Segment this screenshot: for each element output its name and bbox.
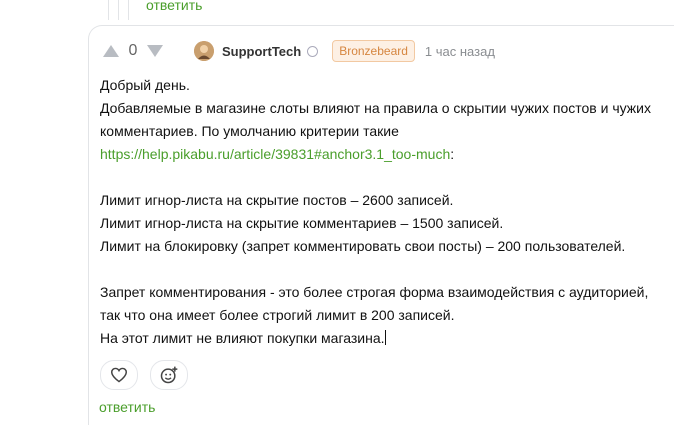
reply-link[interactable]: ответить (99, 399, 155, 415)
react-button[interactable] (150, 360, 188, 390)
author-name[interactable]: SupportTech (222, 44, 301, 59)
timestamp: 1 час назад (424, 43, 495, 59)
comment-header: 0 SupportTech Bronzebeard 1 час назад (100, 38, 495, 64)
comment-body: Добрый день. Добавляемые в магазине слот… (100, 74, 670, 350)
add-emoji-icon (160, 366, 178, 384)
thread-line (118, 0, 119, 20)
rating-count: 0 (128, 42, 138, 59)
thread-line (128, 0, 129, 20)
body-line: Лимит на блокировку (запрет комментирова… (100, 238, 626, 254)
text-cursor (384, 330, 386, 345)
avatar-face-icon (194, 41, 214, 61)
heart-icon (110, 367, 128, 383)
colon-text: : (450, 146, 455, 162)
body-line: Лимит игнор-листа на скрытие комментарие… (100, 215, 504, 231)
body-line: Добавляемые в магазине слоты влияют на п… (100, 100, 651, 139)
body-line: На этот лимит не влияют покупки магазина… (100, 327, 670, 350)
help-link[interactable]: https://help.pikabu.ru/article/39831#anc… (100, 146, 450, 162)
verified-icon (307, 45, 319, 57)
body-line: Лимит игнор-листа на скрытие постов – 26… (100, 192, 454, 208)
upvote-arrow-icon (103, 45, 119, 57)
comment-actions (100, 360, 188, 390)
like-button[interactable] (100, 360, 138, 390)
user-badge[interactable]: Bronzebeard (332, 40, 415, 62)
upvote-button[interactable] (100, 40, 122, 62)
last-line-text: На этот лимит не влияют покупки магазина… (100, 330, 385, 346)
body-line: Запрет комментирования - это более строг… (100, 284, 649, 323)
body-line: https://help.pikabu.ru/article/39831#anc… (100, 143, 670, 166)
downvote-arrow-icon (147, 45, 163, 57)
avatar[interactable] (194, 41, 214, 61)
downvote-button[interactable] (144, 40, 166, 62)
body-line: Добрый день. (100, 77, 190, 93)
reply-link-top[interactable]: ответить (146, 0, 202, 13)
thread-line (108, 0, 109, 20)
